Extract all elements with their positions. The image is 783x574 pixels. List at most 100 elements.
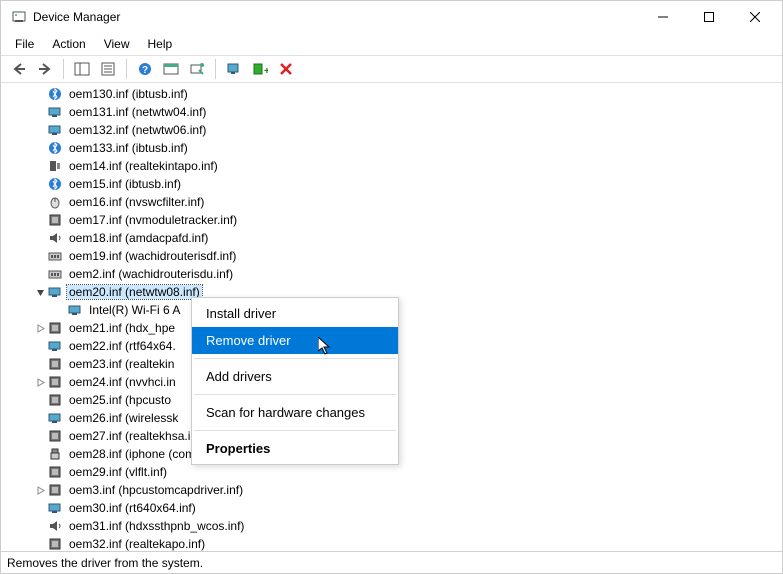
sys-icon [47,320,63,336]
expander-placeholder [33,501,47,515]
tree-container: oem130.inf (ibtusb.inf) oem131.inf (netwt… [1,83,782,551]
chevron-right-icon[interactable] [33,483,47,497]
expander-placeholder [33,105,47,119]
expander-placeholder [33,393,47,407]
expander-placeholder [33,519,47,533]
chevron-right-icon[interactable] [33,321,47,335]
tree-row[interactable]: oem29.inf (vlflt.inf) [1,463,782,481]
tree-node-label: oem16.inf (nvswcfilter.inf) [67,195,206,209]
expander-placeholder [33,537,47,551]
toolbar-separator [126,59,127,79]
tree-row[interactable]: oem30.inf (rt640x64.inf) [1,499,782,517]
sys-icon [47,392,63,408]
tree-node-label: oem26.inf (wirelessk [67,411,180,425]
chevron-down-icon[interactable] [33,285,47,299]
context-menu-separator [194,394,396,395]
tree-row[interactable]: oem32.inf (realtekapo.inf) [1,535,782,551]
tree-row[interactable]: oem2.inf (wachidrouterisdu.inf) [1,265,782,283]
context-menu-item[interactable]: Add drivers [192,363,398,390]
expander-placeholder [33,411,47,425]
bluetooth-icon [47,140,63,156]
tree-node-label: oem20.inf (netwtw08.inf) [67,285,202,299]
window-controls [640,1,778,33]
speaker-icon [47,518,63,534]
device-icon [47,248,63,264]
expander-placeholder [33,249,47,263]
tree-row[interactable]: oem15.inf (ibtusb.inf) [1,175,782,193]
context-menu-item[interactable]: Remove driver [192,327,398,354]
add-driver-button[interactable]: + [248,57,272,81]
expander-placeholder [33,159,47,173]
properties-button[interactable] [96,57,120,81]
menu-file[interactable]: File [7,35,42,53]
menu-help[interactable]: Help [140,35,181,53]
tree-node-label: oem133.inf (ibtusb.inf) [67,141,190,155]
tree-node-label: oem32.inf (realtekapo.inf) [67,537,207,551]
tree-row[interactable]: oem3.inf (hpcustomcapdriver.inf) [1,481,782,499]
speaker-icon [47,230,63,246]
device-icon [47,266,63,282]
expander-placeholder [33,141,47,155]
tree-row[interactable]: oem132.inf (netwtw06.inf) [1,121,782,139]
tree-row[interactable]: oem14.inf (realtekintapo.inf) [1,157,782,175]
tree-row[interactable]: oem18.inf (amdacpafd.inf) [1,229,782,247]
expander-placeholder [33,465,47,479]
bluetooth-icon [47,86,63,102]
svg-text:+: + [264,66,268,76]
svg-text:?: ? [142,65,148,76]
tree-row[interactable]: oem19.inf (wachidrouterisdf.inf) [1,247,782,265]
menubar: File Action View Help [1,33,782,55]
sys-icon [47,464,63,480]
show-hide-tree-button[interactable] [70,57,94,81]
expander-placeholder [33,123,47,137]
context-menu: Install driverRemove driver Add drivers Sc… [191,297,399,465]
forward-button[interactable] [33,57,57,81]
sys-icon [47,482,63,498]
maximize-button[interactable] [686,1,732,33]
tree-node-label: oem21.inf (hdx_hpe [67,321,177,335]
scan-button[interactable] [185,57,209,81]
net-icon [67,302,83,318]
tree-node-label: oem131.inf (netwtw04.inf) [67,105,208,119]
back-button[interactable] [7,57,31,81]
context-menu-item[interactable]: Properties [192,435,398,462]
sys-icon [47,356,63,372]
tree-row[interactable]: oem16.inf (nvswcfilter.inf) [1,193,782,211]
remove-button[interactable] [274,57,298,81]
tree-node-label: oem23.inf (realtekin [67,357,176,371]
tree-node-label: oem132.inf (netwtw06.inf) [67,123,208,137]
expander-placeholder [33,267,47,281]
tree-node-label: oem14.inf (realtekintapo.inf) [67,159,220,173]
expander-placeholder [33,231,47,245]
tree-node-label: oem27.inf (realtekhsa.inf) [67,429,206,443]
tree-row[interactable]: oem130.inf (ibtusb.inf) [1,85,782,103]
toolbar-separator [63,59,64,79]
net-icon [47,122,63,138]
menu-action[interactable]: Action [44,35,93,53]
device-button[interactable] [222,57,246,81]
minimize-button[interactable] [640,1,686,33]
menu-view[interactable]: View [96,35,138,53]
tree-row[interactable]: oem31.inf (hdxssthpnb_wcos.inf) [1,517,782,535]
tree-node-label: oem22.inf (rtf64x64. [67,339,178,353]
context-menu-item[interactable]: Install driver [192,300,398,327]
net-icon [47,284,63,300]
tree-row[interactable]: oem131.inf (netwtw04.inf) [1,103,782,121]
tree-node-label: Intel(R) Wi-Fi 6 A [87,303,182,317]
tree-node-label: oem15.inf (ibtusb.inf) [67,177,183,191]
expander-placeholder [33,447,47,461]
tree-row[interactable]: oem133.inf (ibtusb.inf) [1,139,782,157]
chevron-right-icon[interactable] [33,375,47,389]
context-menu-item[interactable]: Scan for hardware changes [192,399,398,426]
close-button[interactable] [732,1,778,33]
action-button[interactable] [159,57,183,81]
statusbar: Removes the driver from the system. [1,551,782,573]
context-menu-separator [194,430,396,431]
help-button[interactable]: ? [133,57,157,81]
expander-placeholder [33,339,47,353]
net-icon [47,104,63,120]
tree-row[interactable]: oem17.inf (nvmoduletracker.inf) [1,211,782,229]
tree-node-label: oem2.inf (wachidrouterisdu.inf) [67,267,235,281]
usb-icon [47,446,63,462]
expander-placeholder [33,357,47,371]
